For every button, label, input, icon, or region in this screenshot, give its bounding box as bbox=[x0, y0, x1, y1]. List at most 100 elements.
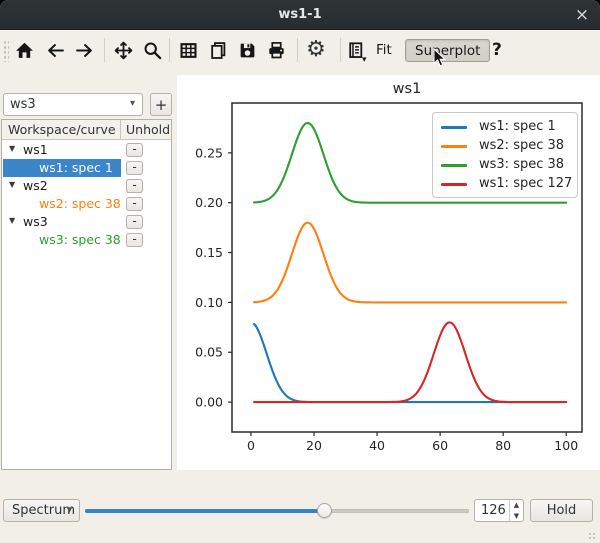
tree-row[interactable]: ▼ ws3 - bbox=[2, 213, 171, 231]
spin-up-icon[interactable]: ▲ bbox=[510, 501, 523, 509]
y-tick-label: 0.25 bbox=[195, 145, 223, 160]
legend-entry: ws1: spec 1 bbox=[433, 118, 577, 137]
print-icon bbox=[267, 41, 286, 60]
spectrum-slider[interactable] bbox=[85, 499, 469, 522]
legend-entry: ws2: spec 38 bbox=[433, 137, 577, 156]
pan-icon bbox=[114, 41, 133, 60]
unhold-button[interactable]: - bbox=[126, 233, 143, 247]
toolbar-separator bbox=[169, 38, 170, 62]
column-divider bbox=[120, 120, 121, 139]
spin-buttons: ▲ ▼ bbox=[509, 500, 523, 521]
column-header-workspace: Workspace/curve bbox=[8, 122, 116, 137]
save-button[interactable] bbox=[233, 36, 261, 64]
forward-arrow-icon bbox=[75, 41, 94, 60]
copy-icon bbox=[209, 41, 228, 60]
legend-swatch bbox=[441, 145, 467, 148]
zoom-button[interactable] bbox=[138, 36, 166, 64]
legend-entry: ws1: spec 127 bbox=[433, 175, 577, 194]
curve-label: ws3 bbox=[23, 214, 48, 229]
plot-title: ws1 bbox=[232, 81, 582, 97]
legend-swatch bbox=[441, 183, 467, 186]
forward-button[interactable] bbox=[70, 36, 98, 64]
curve-label: ws2 bbox=[23, 178, 48, 193]
copy-button[interactable] bbox=[204, 36, 232, 64]
fit-button[interactable]: Fit bbox=[368, 39, 400, 61]
titlebar[interactable]: ws1-1 × bbox=[0, 0, 600, 30]
add-workspace-button[interactable]: + bbox=[150, 93, 172, 116]
x-tick-label: 20 bbox=[306, 438, 322, 453]
workspace-selector[interactable]: ws3 ▾ bbox=[3, 93, 143, 116]
toolbar-separator bbox=[104, 38, 105, 62]
unhold-button[interactable]: - bbox=[126, 143, 143, 157]
tree-row[interactable]: ws2: spec 38- bbox=[2, 195, 171, 213]
back-button[interactable] bbox=[41, 36, 69, 64]
home-button[interactable] bbox=[10, 36, 38, 64]
tree-row[interactable]: ws3: spec 38- bbox=[2, 231, 171, 249]
column-header-unhold: Unhold bbox=[126, 122, 170, 137]
spin-down-icon[interactable]: ▼ bbox=[510, 512, 523, 520]
y-tick-label: 0.10 bbox=[195, 295, 223, 310]
unhold-button[interactable]: - bbox=[126, 161, 143, 175]
slider-fill bbox=[85, 509, 327, 513]
plot-figure[interactable]: ws1 0204060801000.000.050.100.150.200.25… bbox=[177, 75, 600, 470]
x-tick-label: 60 bbox=[432, 438, 448, 453]
pan-button[interactable] bbox=[109, 36, 137, 64]
y-tick-label: 0.00 bbox=[195, 395, 223, 410]
series-line-3 bbox=[254, 322, 566, 402]
home-icon bbox=[15, 41, 34, 60]
spectrum-spinbox[interactable]: 126 ▲ ▼ bbox=[474, 499, 524, 522]
tree-header: Workspace/curve Unhold bbox=[2, 120, 171, 140]
window-title: ws1-1 bbox=[278, 7, 321, 22]
customize-button[interactable]: ⚙ bbox=[302, 36, 330, 64]
curve-label: ws1 bbox=[23, 142, 48, 157]
print-button[interactable] bbox=[262, 36, 290, 64]
legend-swatch bbox=[441, 164, 467, 167]
expander-icon[interactable]: ▼ bbox=[9, 144, 15, 153]
y-tick-label: 0.20 bbox=[195, 195, 223, 210]
slider-handle[interactable] bbox=[317, 503, 332, 518]
y-tick-label: 0.05 bbox=[195, 345, 223, 360]
legend-swatch bbox=[441, 126, 467, 129]
mouse-cursor bbox=[433, 48, 447, 68]
x-tick-label: 80 bbox=[495, 438, 511, 453]
script-dropdown-icon[interactable]: ▾ bbox=[362, 55, 367, 65]
spinbox-value: 126 bbox=[481, 503, 506, 518]
series-line-0 bbox=[254, 324, 566, 402]
magnifier-icon bbox=[143, 41, 162, 60]
tree-row[interactable]: ▼ ws1 - bbox=[2, 141, 171, 159]
legend-label: ws2: spec 38 bbox=[479, 138, 564, 153]
curve-tree-rows: ▼ws1-ws1: spec 1-▼ws2-ws2: spec 38-▼ws3-… bbox=[2, 141, 171, 469]
toolbar-separator bbox=[297, 38, 298, 62]
toolbar-grip-handle[interactable] bbox=[3, 40, 9, 62]
legend-label: ws1: spec 127 bbox=[479, 176, 572, 191]
grid-button[interactable] bbox=[174, 36, 202, 64]
superplot-button[interactable]: Superplot bbox=[405, 39, 490, 62]
unhold-button[interactable]: - bbox=[126, 179, 143, 193]
expander-icon[interactable]: ▼ bbox=[9, 216, 15, 225]
chevron-down-icon: ▾ bbox=[67, 505, 72, 516]
curve-label: ws1: spec 1 bbox=[39, 160, 113, 175]
curve-label: ws2: spec 38 bbox=[39, 196, 121, 211]
resize-grip-handle[interactable] bbox=[588, 532, 597, 541]
expander-icon[interactable]: ▼ bbox=[9, 180, 15, 189]
tree-row[interactable]: ws1: spec 1- bbox=[2, 159, 171, 177]
unhold-button[interactable]: - bbox=[126, 197, 143, 211]
close-icon[interactable]: × bbox=[570, 3, 594, 27]
chevron-down-icon: ▾ bbox=[130, 98, 135, 109]
mode-selector-value: Spectrum bbox=[12, 503, 75, 518]
legend-entry: ws3: spec 38 bbox=[433, 156, 577, 175]
save-icon bbox=[238, 41, 257, 60]
curve-tree-panel: Workspace/curve Unhold ▼ws1-ws1: spec 1-… bbox=[1, 119, 172, 470]
help-button[interactable]: ? bbox=[484, 39, 510, 61]
legend-label: ws3: spec 38 bbox=[479, 157, 564, 172]
curve-label: ws3: spec 38 bbox=[39, 232, 121, 247]
mode-selector[interactable]: Spectrum ▾ bbox=[3, 499, 80, 522]
tree-row[interactable]: ▼ ws2 - bbox=[2, 177, 171, 195]
grid-icon bbox=[179, 41, 198, 60]
superplot-window: ws1-1 × bbox=[0, 0, 600, 543]
plot-legend[interactable]: ws1: spec 1 ws2: spec 38 ws3: spec 38 ws1: … bbox=[432, 112, 578, 198]
legend-label: ws1: spec 1 bbox=[479, 119, 556, 134]
workspace-selector-value: ws3 bbox=[10, 97, 36, 112]
unhold-button[interactable]: - bbox=[126, 215, 143, 229]
hold-button[interactable]: Hold bbox=[530, 499, 593, 522]
